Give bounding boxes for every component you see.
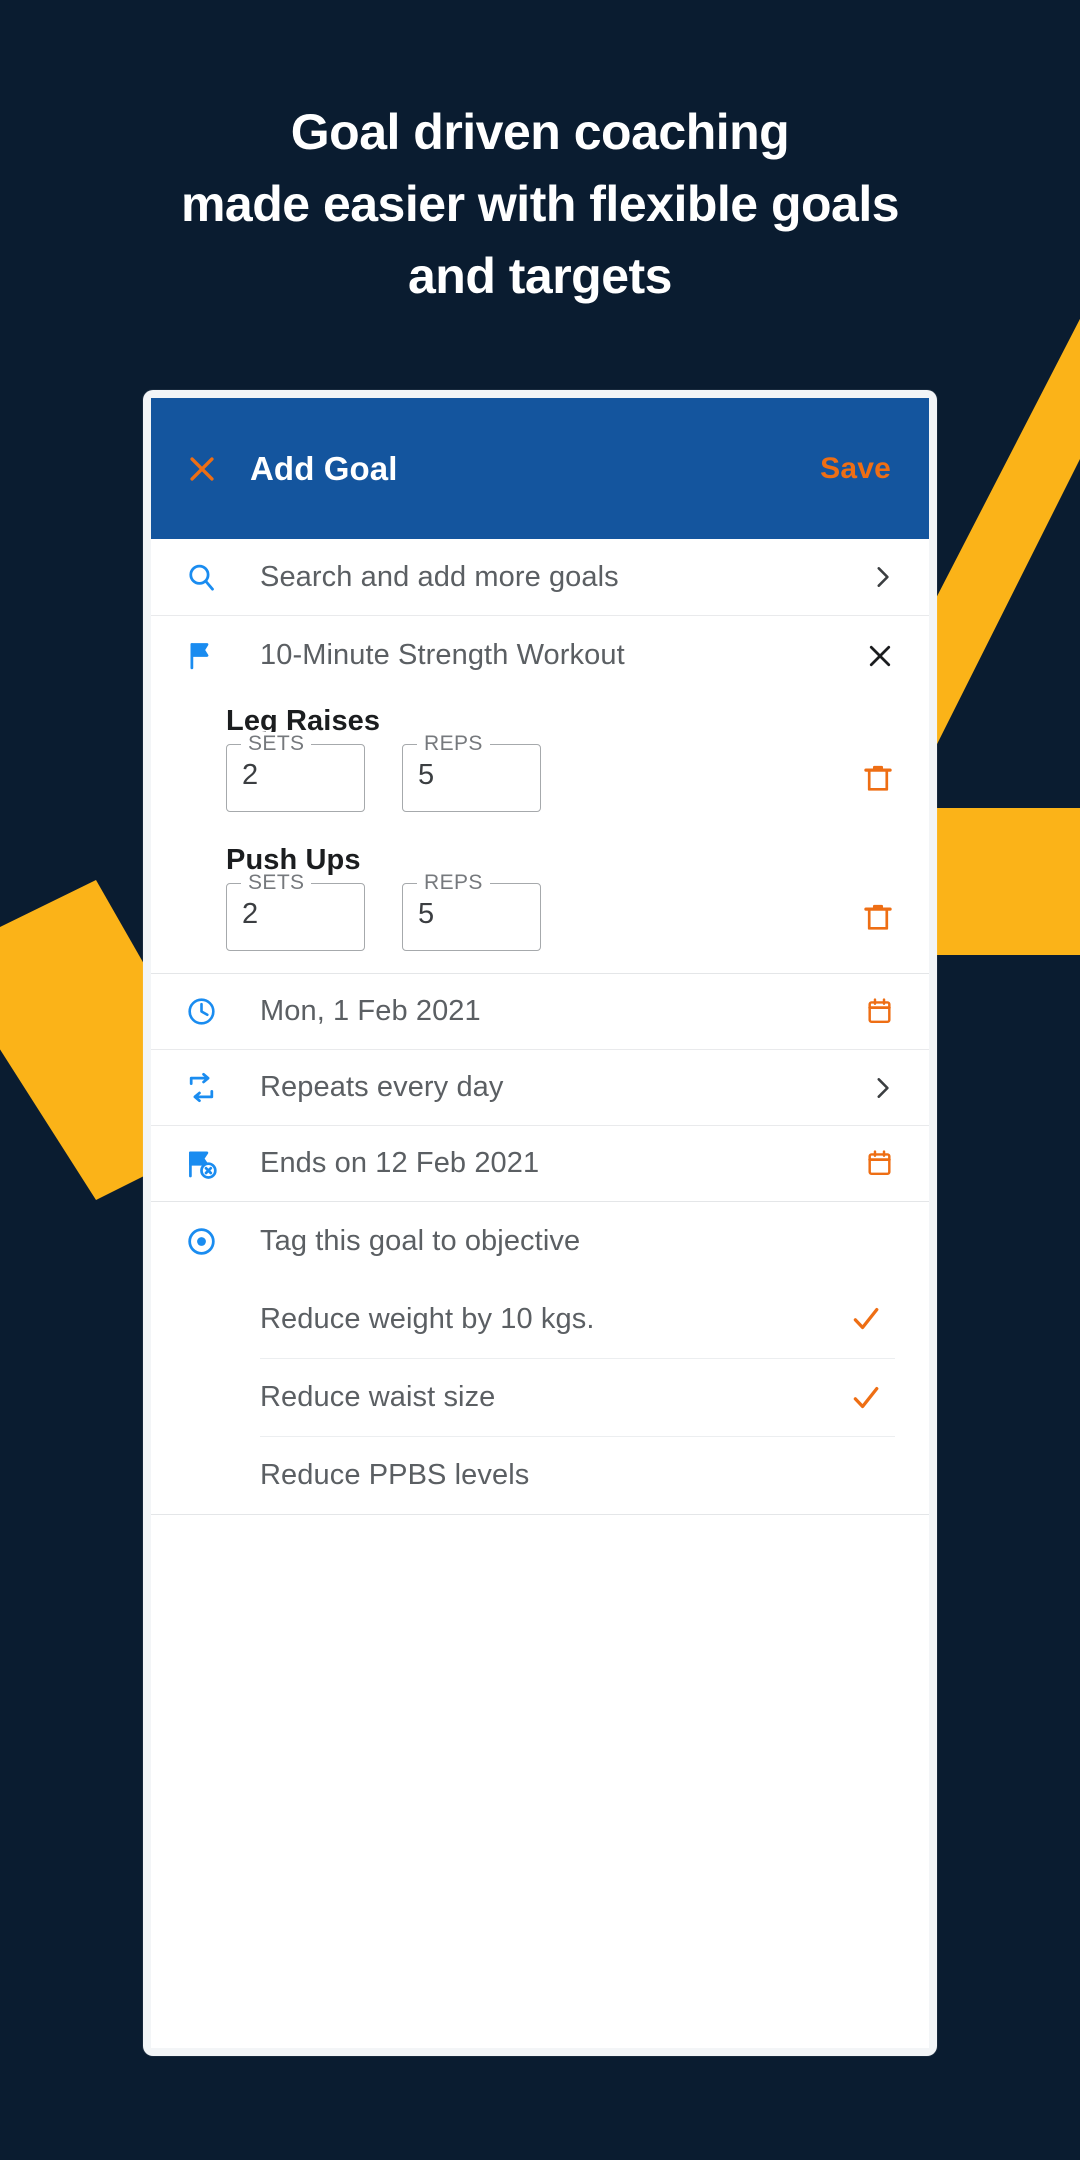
exercise-block: Push Ups SETS 2 REPS 5 xyxy=(151,834,929,974)
check-icon[interactable] xyxy=(849,1302,895,1336)
objective-heading-row: Tag this goal to objective xyxy=(151,1202,929,1280)
empty-scroll-area xyxy=(151,1515,929,2048)
exercise-fields: SETS 2 REPS 5 xyxy=(185,871,895,973)
check-icon[interactable] xyxy=(849,1381,895,1415)
start-date-row[interactable]: Mon, 1 Feb 2021 xyxy=(151,974,929,1050)
sets-field[interactable]: SETS 2 xyxy=(226,732,365,812)
exercise-fields: SETS 2 REPS 5 xyxy=(185,732,895,834)
objective-item[interactable]: Reduce PPBS levels xyxy=(260,1436,895,1514)
objective-item-label: Reduce PPBS levels xyxy=(260,1459,530,1491)
repeat-row[interactable]: Repeats every day xyxy=(151,1050,929,1126)
start-date-label: Mon, 1 Feb 2021 xyxy=(260,995,481,1027)
target-icon xyxy=(185,1225,231,1258)
goal-row-label: 10-Minute Strength Workout xyxy=(260,639,625,671)
reps-field-value: 5 xyxy=(418,898,435,930)
reps-field[interactable]: REPS 5 xyxy=(402,732,541,812)
goal-row[interactable]: 10-Minute Strength Workout xyxy=(151,616,929,695)
exercise-block: Leg Raises SETS 2 REPS 5 xyxy=(151,695,929,834)
objective-item-label: Reduce waist size xyxy=(260,1381,496,1413)
objective-item[interactable]: Reduce waist size xyxy=(260,1358,895,1436)
sets-field-label: SETS xyxy=(241,871,312,895)
reps-field-label: REPS xyxy=(417,732,490,756)
app-bar: Add Goal Save xyxy=(151,398,929,539)
end-date-label: Ends on 12 Feb 2021 xyxy=(260,1147,540,1179)
end-date-row[interactable]: Ends on 12 Feb 2021 xyxy=(151,1126,929,1202)
headline-line-1: Goal driven coaching xyxy=(290,104,790,160)
flag-end-icon xyxy=(185,1146,231,1182)
trash-icon[interactable] xyxy=(861,900,895,934)
sets-field-value: 2 xyxy=(242,759,259,791)
reps-field-label: REPS xyxy=(417,871,490,895)
headline-line-3: and targets xyxy=(407,248,673,304)
phone-mockup-card: Add Goal Save Search and add more goals xyxy=(143,390,937,2056)
page-headline: Goal driven coaching made easier with fl… xyxy=(0,96,1080,312)
calendar-icon[interactable] xyxy=(855,996,895,1027)
trash-icon[interactable] xyxy=(861,761,895,795)
app-bar-left: Add Goal xyxy=(185,450,820,488)
search-row[interactable]: Search and add more goals xyxy=(151,539,929,616)
objective-item-label: Reduce weight by 10 kgs. xyxy=(260,1302,595,1335)
chevron-right-icon[interactable] xyxy=(855,1075,895,1101)
search-icon xyxy=(185,561,231,594)
reps-field[interactable]: REPS 5 xyxy=(402,871,541,951)
app-screen: Add Goal Save Search and add more goals xyxy=(151,398,929,2048)
calendar-icon[interactable] xyxy=(855,1148,895,1179)
close-icon[interactable] xyxy=(855,641,895,671)
clock-icon xyxy=(185,995,231,1028)
sets-field[interactable]: SETS 2 xyxy=(226,871,365,951)
sets-field-label: SETS xyxy=(241,732,312,756)
reps-field-value: 5 xyxy=(418,759,435,791)
objective-section: Tag this goal to objective Reduce weight… xyxy=(151,1202,929,1514)
save-button[interactable]: Save xyxy=(820,452,891,486)
sets-field-value: 2 xyxy=(242,898,259,930)
repeat-icon xyxy=(185,1071,231,1104)
flag-icon xyxy=(185,639,231,672)
search-row-label: Search and add more goals xyxy=(260,560,619,593)
headline-line-2: made easier with flexible goals xyxy=(180,176,900,232)
objective-item[interactable]: Reduce weight by 10 kgs. xyxy=(260,1280,895,1358)
objective-heading: Tag this goal to objective xyxy=(260,1224,581,1257)
page-title: Add Goal xyxy=(250,449,398,487)
repeat-label: Repeats every day xyxy=(260,1071,504,1103)
close-icon[interactable] xyxy=(185,452,219,486)
chevron-right-icon[interactable] xyxy=(855,564,895,590)
